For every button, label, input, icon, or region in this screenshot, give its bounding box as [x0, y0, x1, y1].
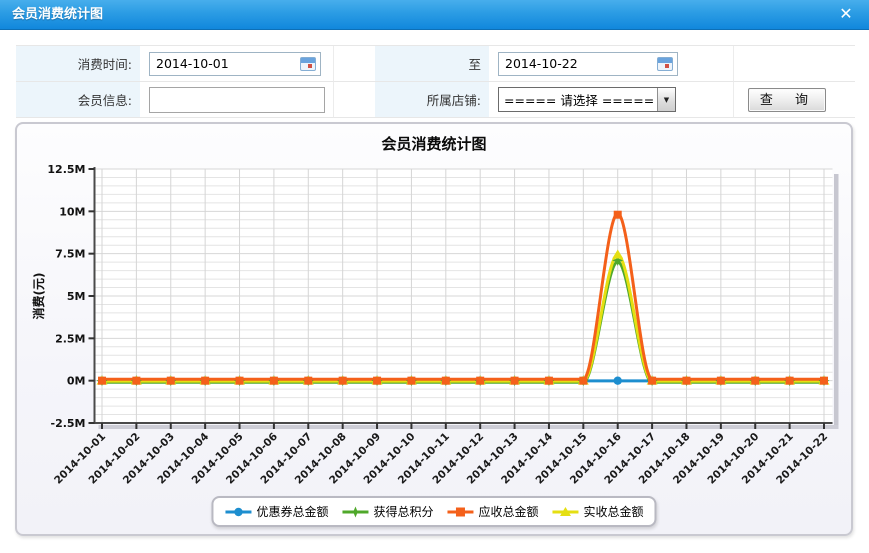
triangle-marker-icon: [552, 505, 580, 519]
chart-legend: 优惠券总金额 获得总积分 应收总金额 实收总金额: [211, 496, 656, 527]
star-marker-icon: [341, 505, 369, 519]
member-input-cell: [140, 82, 333, 118]
svg-text:消费(元): 消费(元): [31, 273, 46, 320]
svg-text:0M: 0M: [67, 375, 86, 388]
query-form: 消费时间: 2014-10-01 至 2014-10-22 会员信息: 所属店铺…: [16, 45, 855, 118]
date-from-field[interactable]: 2014-10-01: [149, 52, 321, 76]
time-label: 消费时间:: [16, 46, 140, 82]
gap-cell: [333, 82, 375, 118]
svg-text:7.5M: 7.5M: [55, 248, 85, 261]
legend-item: 实收总金额: [552, 503, 644, 520]
legend-label: 实收总金额: [584, 503, 644, 520]
svg-text:2.5M: 2.5M: [55, 332, 85, 345]
svg-text:12.5M: 12.5M: [47, 163, 85, 176]
member-label: 会员信息:: [16, 82, 140, 118]
square-marker-icon: [447, 505, 475, 519]
calendar-icon[interactable]: [657, 57, 673, 71]
query-button[interactable]: 查 询: [748, 88, 826, 112]
date-to-field[interactable]: 2014-10-22: [498, 52, 678, 76]
date-to-value[interactable]: 2014-10-22: [505, 56, 657, 71]
legend-label: 获得总积分: [373, 503, 433, 520]
svg-text:5M: 5M: [67, 290, 86, 303]
dialog-titlebar: 会员消费统计图 ✕: [0, 0, 869, 30]
close-icon[interactable]: ✕: [836, 4, 856, 24]
shop-label: 所属店铺:: [375, 82, 489, 118]
dialog-title: 会员消费统计图: [0, 0, 869, 29]
legend-label: 应收总金额: [479, 503, 539, 520]
circle-marker-icon: [224, 505, 252, 519]
shop-select-cell: ===== 请选择 ===== ▼: [489, 82, 733, 118]
member-input[interactable]: [149, 87, 325, 113]
legend-item: 优惠券总金额: [224, 503, 328, 520]
svg-text:10M: 10M: [59, 205, 85, 218]
calendar-icon[interactable]: [300, 57, 316, 71]
legend-label: 优惠券总金额: [256, 503, 328, 520]
shop-select[interactable]: ===== 请选择 ===== ▼: [498, 87, 676, 112]
to-label: 至: [375, 46, 489, 82]
chart-panel: 会员消费统计图 -2.5M0M2.5M5M7.5M10M12.5M2014-10…: [15, 122, 853, 536]
shop-select-value: ===== 请选择 =====: [499, 90, 657, 109]
date-to-cell: 2014-10-22: [489, 46, 733, 82]
svg-text:-2.5M: -2.5M: [51, 417, 86, 430]
legend-item: 应收总金额: [447, 503, 539, 520]
date-from-cell: 2014-10-01: [140, 46, 333, 82]
empty-cell: [733, 46, 855, 82]
chevron-down-icon[interactable]: ▼: [657, 88, 675, 111]
date-from-value[interactable]: 2014-10-01: [156, 56, 300, 71]
legend-item: 获得总积分: [341, 503, 433, 520]
query-button-cell: 查 询: [733, 82, 855, 118]
gap-cell: [333, 46, 375, 82]
line-chart: -2.5M0M2.5M5M7.5M10M12.5M2014-10-012014-…: [17, 124, 851, 494]
